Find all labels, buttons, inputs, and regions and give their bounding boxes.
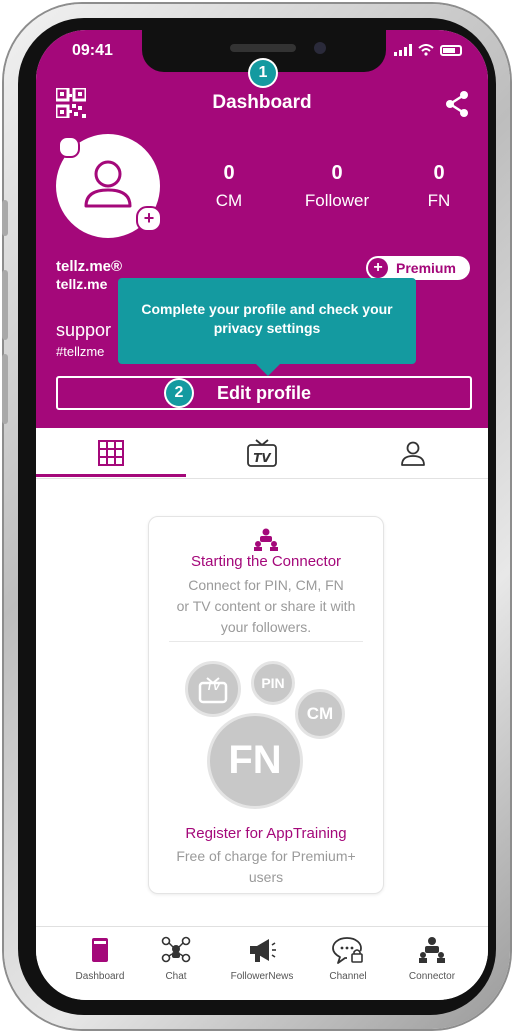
volume-up-button [2,270,8,340]
premium-label: Premium [396,260,456,276]
profile-tooltip: Complete your profile and check your pri… [118,278,416,376]
mute-switch [2,200,8,236]
premium-button[interactable]: + Premium [366,256,470,280]
training-desc-line1: Free of charge for Premium+ [176,848,356,864]
edit-profile-label: Edit profile [217,383,311,403]
connector-desc-line3: your followers. [220,619,312,635]
card-divider [169,641,363,642]
stat-follower-label: Follower [304,191,370,210]
dashboard-icon [92,938,108,962]
stat-follower-value: 0 [331,162,343,184]
connector-title: Starting the Connector [190,553,342,570]
cm-badge: CM [295,689,345,739]
edit-profile-button[interactable]: Edit profile [56,376,472,410]
stat-cm-value: 0 [223,162,235,184]
plus-icon: + [368,258,388,278]
step-marker-2: 2 [166,380,192,406]
stat-cm[interactable]: 0 CM [184,162,274,211]
stat-fn-value: 0 [433,162,445,184]
tv-badge: TV [185,661,241,717]
connector-card[interactable]: Starting the Connector Connect for PIN, … [148,516,384,894]
pin-badge: PIN [251,661,295,705]
nav-channel-label: Channel [329,971,367,982]
status-icons [394,44,462,56]
stat-fn-label: FN [427,191,451,210]
stat-cm-label: CM [215,191,243,210]
nav-dashboard[interactable]: Dashboard [60,935,140,982]
tv-badge-label: TV [205,681,221,693]
front-camera [314,42,326,54]
battery-icon [440,44,462,56]
stat-fn[interactable]: 0 FN [394,162,484,211]
share-icon[interactable] [444,90,470,118]
status-time: 09:41 [72,42,113,59]
tab-grid[interactable] [36,428,186,478]
nav-dashboard-label: Dashboard [75,971,125,982]
nav-chat[interactable]: Chat [136,935,216,982]
profile-name: tellz.me® [56,258,123,275]
training-title[interactable]: Register for AppTraining [149,825,383,842]
avatar-status-dot [58,136,80,158]
tab-person[interactable] [338,428,488,478]
tab-tv[interactable]: TV [187,428,337,478]
megaphone-icon [250,939,276,962]
nav-connector-label: Connector [408,971,456,982]
bottom-nav: Dashboard Chat FollowerNews Channel Conn… [36,926,488,1000]
step-marker-1: 1 [250,60,276,86]
connector-desc-line1: Connect for PIN, CM, FN [188,577,344,593]
nav-followernews[interactable]: FollowerNews [222,935,302,982]
add-photo-button[interactable]: + [136,206,162,232]
fn-badge: FN [207,713,303,809]
signal-icon [394,44,412,56]
page-title: Dashboard [212,92,312,113]
volume-down-button [2,354,8,424]
profile-hashtags: #tellzme [56,344,105,359]
app-screen: 09:41 1 Dashboard + 0 CM 0 Follower 0 FN… [36,30,488,1000]
speaker [230,44,296,52]
connector-nav-icon [419,937,445,963]
connector-icon [254,528,278,551]
profile-header: 09:41 1 Dashboard + 0 CM 0 Follower 0 FN… [36,30,488,428]
connector-desc-line2: or TV content or share it with [176,598,356,614]
tv-icon: TV [247,439,277,467]
profile-tabs: TV [36,428,488,479]
svg-text:TV: TV [253,451,272,465]
person-icon [401,441,425,466]
active-tab-indicator [36,474,186,477]
nav-followernews-label: FollowerNews [230,971,294,982]
stat-follower[interactable]: 0 Follower [292,162,382,211]
chat-icon [161,936,191,963]
grid-icon [98,440,124,466]
wifi-icon [418,44,434,56]
nav-chat-label: Chat [165,971,187,982]
nav-channel[interactable]: Channel [308,935,388,982]
channel-icon [332,937,363,964]
profile-handle: tellz.me [56,276,108,292]
training-desc-line2: users [248,869,284,885]
profile-bio: suppor [56,320,112,340]
nav-connector[interactable]: Connector [392,935,472,982]
